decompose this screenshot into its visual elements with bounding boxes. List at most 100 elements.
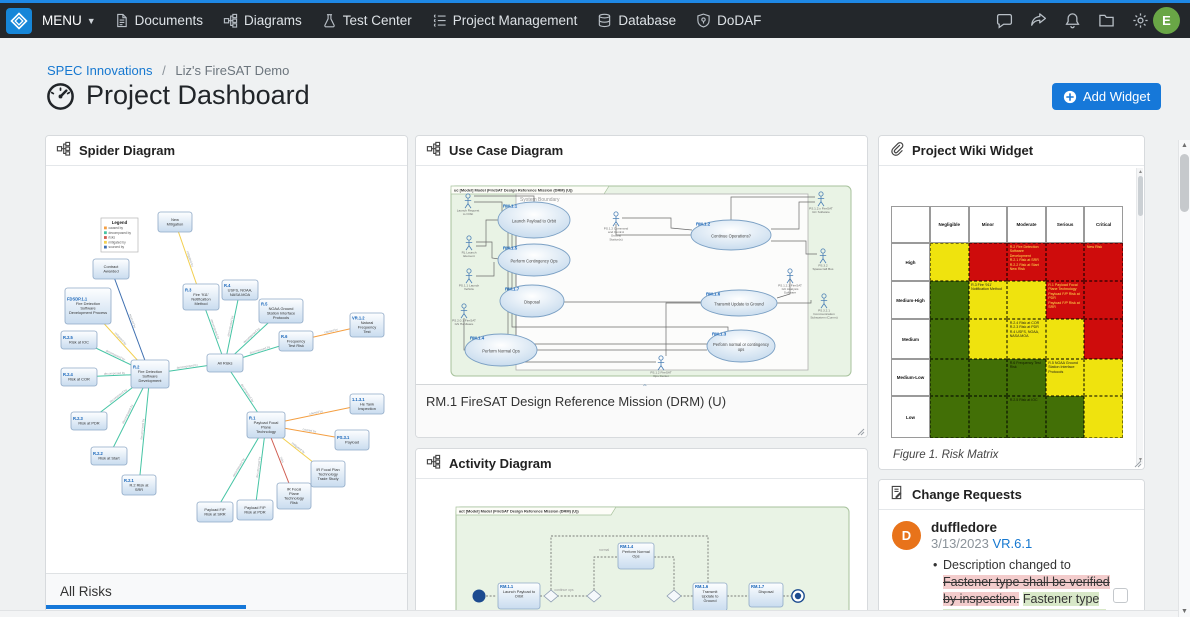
- spider-node[interactable]: R.1Payload FocalPlaneTechnology: [247, 412, 285, 438]
- spider-node[interactable]: R.2.2Risk at Start: [91, 447, 127, 465]
- svg-text:act [Model] Model (FireSAT Des: act [Model] Model (FireSAT Design Refere…: [459, 509, 579, 514]
- matrix-cell: [1046, 396, 1085, 438]
- use-case-ellipse[interactable]: RM.1.4Perform Normal Ops: [465, 334, 537, 366]
- scrollbar-thumb[interactable]: [1180, 154, 1189, 212]
- spider-node[interactable]: IR FocalPlaneTechnologyRisk: [277, 483, 311, 509]
- spider-node[interactable]: FDSDP.1.1Fire DetectionSoftwareDevelopme…: [65, 288, 111, 324]
- innoslate-logo[interactable]: [6, 8, 32, 34]
- change-request-body: duffledore 3/13/2023 VR.6.1 Description …: [931, 520, 1121, 617]
- scroll-up-arrow-icon[interactable]: ▲: [1179, 142, 1190, 149]
- breadcrumb-project-link[interactable]: SPEC Innovations: [47, 63, 153, 78]
- page-title: Project Dashboard: [86, 80, 310, 111]
- spider-diagram-widget: Spider Diagram decomposed bydecomposed b…: [45, 135, 408, 617]
- svg-text:Risk at IOC: Risk at IOC: [69, 340, 89, 345]
- resize-handle[interactable]: [857, 428, 865, 436]
- nav-item-project-management[interactable]: Project Management: [432, 13, 578, 28]
- svg-text:Continue Operations?: Continue Operations?: [711, 234, 752, 239]
- spider-node[interactable]: R.2.1R.2 Risk atSRR: [122, 475, 156, 495]
- matrix-cell: [1084, 281, 1123, 319]
- wiki-scrollbar-thumb[interactable]: [1138, 176, 1143, 216]
- spider-node[interactable]: IR Focal PlanTechnologyTrade Study: [311, 461, 345, 487]
- use-case-ellipse[interactable]: RM.1.3Perform normal or contingencyops: [707, 330, 775, 362]
- svg-text:Trade Study: Trade Study: [317, 476, 338, 481]
- share-icon-button[interactable]: [1030, 12, 1047, 29]
- spider-node[interactable]: R.3Fire '911'NotificationMethod: [183, 284, 219, 310]
- svg-text:mitigated by: mitigated by: [291, 441, 307, 454]
- spider-node[interactable]: 1.1.3.1He TankInspection: [350, 394, 384, 414]
- folder-icon-button[interactable]: [1098, 12, 1115, 29]
- use-case-ellipse[interactable]: RM.1.1Launch Payload to Orbit: [498, 202, 570, 238]
- svg-text:normal: normal: [599, 548, 610, 552]
- matrix-cell: [1046, 319, 1085, 359]
- svg-text:caused by: caused by: [109, 226, 124, 230]
- spider-node[interactable]: Payload F/PRisk at PDR: [237, 500, 273, 520]
- change-request-ref-link[interactable]: VR.6.1: [992, 536, 1032, 551]
- activity-node[interactable]: RM.1.4Perform NormalOps: [618, 543, 654, 569]
- spider-node[interactable]: PS.3.1Payload: [335, 430, 369, 450]
- spider-node[interactable]: NewMitigation: [158, 212, 192, 232]
- matrix-column-header: Serious: [1046, 206, 1085, 243]
- svg-text:sourced by: sourced by: [128, 313, 137, 329]
- use-case-caption-box[interactable]: ⌃ RM.1 FireSAT Design Reference Mission …: [416, 384, 867, 438]
- svg-text:Disposal: Disposal: [759, 589, 774, 594]
- start-node[interactable]: [473, 590, 486, 603]
- svg-text:Risk at Start: Risk at Start: [98, 456, 120, 461]
- spider-node[interactable]: R.2.4Risk at COR: [61, 368, 97, 386]
- activity-widget-header[interactable]: Activity Diagram: [416, 449, 867, 479]
- spider-node[interactable]: R.2.3Risk at PDR: [71, 412, 107, 430]
- spider-node[interactable]: All Risks: [207, 354, 243, 372]
- nav-right-icons: [996, 12, 1149, 29]
- wiki-widget-header[interactable]: Project Wiki Widget: [879, 136, 1144, 166]
- use-case-ellipse[interactable]: RM.1.2Continue Operations?: [691, 220, 771, 250]
- svg-text:decomposed by: decomposed by: [232, 457, 246, 478]
- nav-item-database[interactable]: Database: [597, 13, 676, 28]
- change-requests-widget-header[interactable]: Change Requests: [879, 480, 1144, 510]
- page-scrollbar-horizontal[interactable]: [0, 610, 1178, 617]
- use-case-ellipse[interactable]: RM.1.7Disposal: [500, 285, 564, 317]
- spider-node[interactable]: R.2.5Risk at IOC: [61, 331, 97, 349]
- use-case-widget-header[interactable]: Use Case Diagram: [416, 136, 867, 166]
- page-scrollbar-vertical[interactable]: ▲ ▼: [1178, 140, 1190, 617]
- svg-text:RM.1.3: RM.1.3: [712, 332, 727, 337]
- use-case-ellipse[interactable]: RM.1.6Transmit Update to Ground: [701, 290, 777, 316]
- resize-handle[interactable]: [1134, 460, 1142, 468]
- menu-button[interactable]: MENU ▼: [42, 13, 96, 28]
- bell-icon-button[interactable]: [1064, 12, 1081, 29]
- add-widget-button[interactable]: Add Widget: [1052, 83, 1161, 110]
- nav-item-test-center[interactable]: Test Center: [322, 13, 412, 28]
- scroll-up-arrow-icon[interactable]: ▲: [1137, 169, 1144, 175]
- splitter-collapse-chevron[interactable]: ⌃: [642, 383, 649, 392]
- matrix-corner-cell: [891, 206, 930, 243]
- activity-node[interactable]: RM.1.1Launch Payload toOrbit: [498, 583, 540, 609]
- change-request-checkbox[interactable]: [1113, 588, 1128, 603]
- breadcrumb-current: Liz's FireSAT Demo: [175, 63, 289, 78]
- matrix-cell: [1084, 359, 1123, 396]
- nav-item-documents[interactable]: Documents: [114, 13, 203, 28]
- change-prefix: Description changed to: [943, 558, 1071, 572]
- svg-text:Launch Payload to Orbit: Launch Payload to Orbit: [512, 219, 557, 224]
- svg-text:All Risks: All Risks: [218, 360, 233, 365]
- spider-node[interactable]: ContractAwarded: [93, 259, 129, 279]
- spider-node[interactable]: VR.1.2NaturalFrequencyTest: [350, 313, 384, 337]
- spider-node[interactable]: R.6FrequencyTest Risk: [279, 331, 313, 351]
- nav-item-label: Test Center: [343, 13, 412, 28]
- svg-text:Risk at PDR: Risk at PDR: [244, 510, 265, 515]
- spider-widget-header[interactable]: Spider Diagram: [46, 136, 407, 166]
- gear-icon-button[interactable]: [1132, 12, 1149, 29]
- nav-item-dodaf[interactable]: DoDAF: [696, 13, 761, 28]
- wiki-scrollbar[interactable]: ▲ ▼: [1136, 168, 1143, 464]
- scroll-down-arrow-icon[interactable]: ▼: [1179, 608, 1190, 615]
- nav-item-diagrams[interactable]: Diagrams: [223, 13, 302, 28]
- activity-node[interactable]: RM.1.6TransmitUpdate toGround: [693, 583, 727, 611]
- svg-text:continue ops: continue ops: [554, 588, 574, 592]
- spider-node[interactable]: R.5NOAA GroundStation InterfaceProtocols: [259, 299, 303, 323]
- spider-tab-indicator[interactable]: [46, 605, 246, 609]
- user-avatar[interactable]: E: [1153, 7, 1180, 34]
- use-case-ellipse[interactable]: RM.1.5Perform Contingency Ops: [498, 244, 570, 276]
- spider-node[interactable]: Payload F/PRisk at SRR: [197, 502, 233, 522]
- risk-matrix-table: NegligibleMinorModerateSeriousCriticalHi…: [891, 206, 1123, 438]
- chat-icon-button[interactable]: [996, 12, 1013, 29]
- activity-node[interactable]: RM.1.7Disposal: [749, 583, 783, 607]
- spider-node[interactable]: R.2Fire DetectionSoftwareDevelopment: [131, 360, 169, 388]
- spider-node[interactable]: R.4USFS, NOAA,NASA MOA: [222, 280, 258, 300]
